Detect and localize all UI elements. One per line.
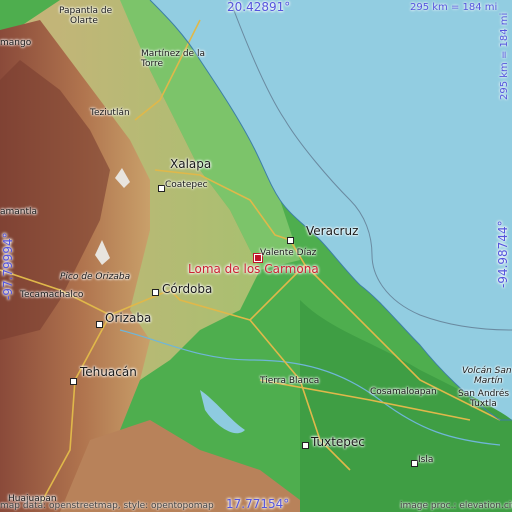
- city-label-tuxtepec: Tuxtepec: [311, 435, 365, 449]
- orizaba-marker: [96, 321, 103, 328]
- tuxtepec-marker: [302, 442, 309, 449]
- footer-credit: image proc.: elevation.city: [400, 501, 512, 511]
- city-label-teziutlan: Teziutlán: [90, 108, 130, 118]
- coord-bottom: 17.77154°: [226, 497, 290, 511]
- scale-vertical: 295 km = 184 mi: [499, 12, 510, 100]
- city-label-san-andres-2: Tuxtla: [470, 399, 497, 409]
- city-label-cordoba: Córdoba: [162, 282, 213, 296]
- xalapa-marker: [158, 185, 165, 192]
- peak-label-volcan-1: Volcán San: [462, 366, 512, 376]
- footer-attribution: map data: openstreetmap, style: opentopo…: [0, 501, 214, 511]
- city-label-tehuacan: Tehuacán: [80, 365, 137, 379]
- peak-label-pico-de-orizaba: Pico de Orizaba: [60, 272, 131, 282]
- peak-label-volcan-2: Martín: [474, 376, 503, 386]
- coord-right: -94.98744°: [496, 220, 510, 288]
- city-label-veracruz: Veracruz: [306, 224, 359, 238]
- city-label-martinez-1: Martínez de la: [141, 49, 205, 59]
- city-label-cosamaloapan: Cosamaloapan: [370, 387, 437, 397]
- elevation-map: Papantla de Olarte mango Martínez de la …: [0, 0, 512, 512]
- city-label-mango: mango: [0, 38, 32, 48]
- city-label-valente-diaz: Valente Díaz: [260, 248, 317, 258]
- isla-marker: [411, 460, 418, 467]
- city-label-martinez-2: Torre: [141, 59, 164, 69]
- city-label-amantla: amantla: [0, 207, 38, 217]
- city-label-tecamachalco: Tecamachalco: [20, 290, 84, 300]
- city-label-san-andres-1: San Andrés: [458, 389, 510, 399]
- city-label-coatepec: Coatepec: [165, 180, 208, 190]
- veracruz-marker: [287, 237, 294, 244]
- city-label-isla: Isla: [418, 455, 434, 465]
- city-label-orizaba: Orizaba: [105, 311, 152, 325]
- scale-horizontal: 295 km = 184 mi: [410, 2, 498, 13]
- coord-left: -97.79994°: [1, 232, 15, 300]
- place-label: Loma de los Carmona: [188, 262, 319, 276]
- city-label-xalapa: Xalapa: [170, 157, 212, 171]
- tehuacan-marker: [70, 378, 77, 385]
- coord-top: 20.42891°: [227, 0, 291, 14]
- cordoba-marker: [152, 289, 159, 296]
- city-label-papantla: Papantla de: [59, 6, 113, 16]
- city-label-tierra-blanca: Tierra Blanca: [260, 376, 320, 386]
- city-label-olarte: Olarte: [70, 16, 98, 26]
